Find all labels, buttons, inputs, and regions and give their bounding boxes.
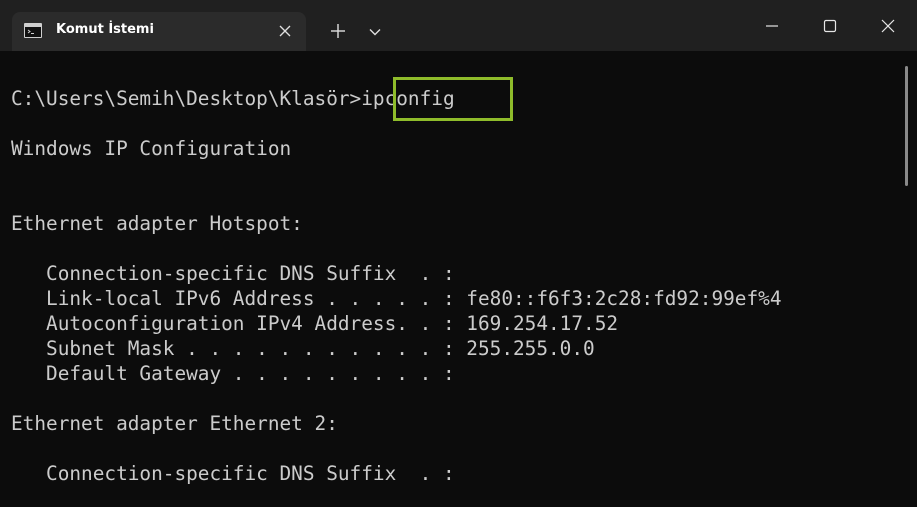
- console-output[interactable]: C:\Users\Semih\Desktop\Klasör>ipconfig W…: [0, 51, 917, 507]
- minimize-icon[interactable]: [764, 18, 780, 34]
- tab-title: Komut İstemi: [56, 22, 154, 37]
- command-highlight-box: [393, 77, 513, 121]
- prompt-line: C:\Users\Semih\Desktop\Klasör>ipconfig: [11, 86, 455, 111]
- output-line: Ethernet adapter Hotspot:: [11, 212, 303, 235]
- chevron-down-icon[interactable]: [368, 25, 382, 39]
- output-line: Connection-specific DNS Suffix . :: [11, 262, 455, 285]
- output-line: Windows IP Configuration: [11, 137, 292, 160]
- output-line: Default Gateway . . . . . . . . . :: [11, 362, 455, 385]
- output-line: Subnet Mask . . . . . . . . . . . : 255.…: [11, 337, 595, 360]
- terminal-window: Komut İstemi C:\Users\Semih\Desktop\Klas…: [0, 0, 917, 507]
- title-bar: Komut İstemi: [0, 0, 917, 51]
- scrollbar[interactable]: [905, 66, 908, 186]
- close-icon[interactable]: [880, 18, 896, 34]
- command-prompt-icon: [24, 23, 42, 38]
- output-line: Link-local IPv6 Address . . . . . : fe80…: [11, 287, 782, 310]
- maximize-icon[interactable]: [822, 18, 838, 34]
- prompt-path: C:\Users\Semih\Desktop\Klasör>: [11, 87, 362, 110]
- tab-command-prompt[interactable]: Komut İstemi: [12, 12, 306, 51]
- output-line: Connection-specific DNS Suffix . :: [11, 462, 455, 485]
- output-line: Autoconfiguration IPv4 Address. . : 169.…: [11, 312, 619, 335]
- close-icon[interactable]: [278, 24, 292, 38]
- plus-icon[interactable]: [329, 22, 347, 40]
- output-line: Ethernet adapter Ethernet 2:: [11, 412, 338, 435]
